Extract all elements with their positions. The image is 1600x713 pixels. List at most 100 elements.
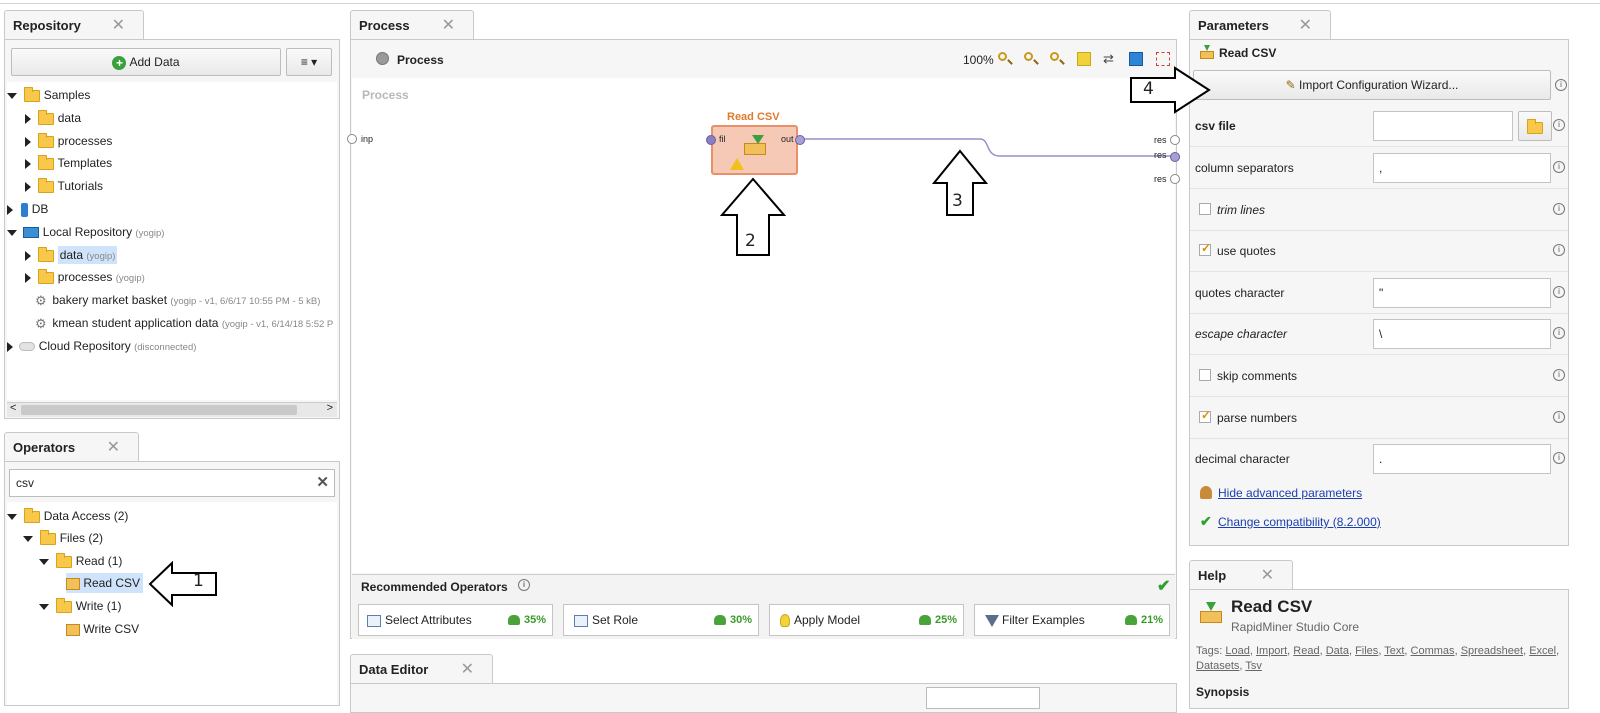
tree-item-kmean-student[interactable]: ⚙ kmean student application data (yogip … — [35, 313, 338, 333]
close-icon[interactable]: ✕ — [107, 433, 120, 463]
recommended-set-role[interactable]: Set Role 30% — [563, 604, 759, 636]
result-port[interactable] — [1170, 135, 1180, 145]
tab-repository[interactable]: Repository ✕ — [4, 10, 144, 40]
add-note-icon[interactable] — [1077, 52, 1091, 66]
change-compatibility-link[interactable]: Change compatibility (8.2.000) — [1218, 515, 1381, 529]
tab-help[interactable]: Help ✕ — [1189, 560, 1293, 590]
chevron-down-icon[interactable]: ✔ — [1157, 576, 1170, 596]
info-icon[interactable]: i — [1553, 369, 1565, 381]
expand-down-icon[interactable] — [7, 92, 17, 99]
tree-item-templates[interactable]: Templates — [25, 153, 112, 173]
recommended-apply-model[interactable]: Apply Model 25% — [769, 604, 964, 636]
help-tag-link[interactable]: Data — [1326, 645, 1349, 657]
info-icon[interactable]: i — [1553, 161, 1565, 173]
connection-line[interactable] — [800, 135, 1180, 165]
help-tag-link[interactable]: Read — [1293, 645, 1319, 657]
read-csv-operator[interactable]: fil out — [711, 125, 798, 175]
op-tree-read[interactable]: Read (1) — [39, 551, 122, 571]
tree-item-samples[interactable]: Samples — [7, 85, 90, 105]
help-tag-link[interactable]: Import — [1256, 645, 1287, 657]
scrollbar-thumb[interactable] — [21, 405, 297, 415]
zoom-reset-icon[interactable] — [998, 52, 1012, 66]
help-tag-link[interactable]: Load — [1225, 645, 1249, 657]
trim-lines-checkbox[interactable] — [1199, 203, 1211, 215]
escape-character-input[interactable]: \ — [1373, 319, 1551, 349]
zoom-in-icon[interactable] — [1024, 52, 1038, 66]
op-tree-read-csv[interactable]: Read CSV — [66, 573, 144, 593]
expand-down-icon[interactable] — [7, 513, 17, 520]
import-configuration-wizard-button[interactable]: ✎ Import Configuration Wizard... — [1193, 70, 1551, 100]
expand-right-icon[interactable] — [7, 341, 13, 352]
tree-item-local-repository[interactable]: Local Repository (yogip) — [7, 222, 164, 242]
tree-item-db[interactable]: DB — [7, 199, 48, 219]
help-tag-link[interactable]: Text — [1384, 645, 1404, 657]
info-icon[interactable]: i — [1553, 286, 1565, 298]
info-icon[interactable]: i — [1553, 452, 1565, 464]
info-icon[interactable]: i — [1553, 203, 1565, 215]
recommended-filter-examples[interactable]: Filter Examples 21% — [974, 604, 1170, 636]
expand-right-icon[interactable] — [25, 158, 31, 169]
tree-item-tutorials[interactable]: Tutorials — [25, 176, 103, 196]
zoom-out-icon[interactable] — [1050, 52, 1064, 66]
op-tree-write-csv[interactable]: Write CSV — [66, 619, 139, 639]
expand-right-icon[interactable] — [25, 250, 31, 261]
tree-item-processes[interactable]: processes — [25, 131, 112, 151]
expand-right-icon[interactable] — [7, 204, 13, 215]
close-icon[interactable]: ✕ — [442, 11, 455, 41]
result-port-connected[interactable] — [1170, 152, 1180, 162]
tree-item-local-processes[interactable]: processes (yogip) — [25, 267, 145, 287]
info-icon[interactable]: i — [1553, 119, 1565, 131]
process-input-port[interactable] — [347, 134, 357, 144]
info-icon[interactable]: i — [1553, 327, 1565, 339]
expand-down-icon[interactable] — [39, 603, 49, 610]
horizontal-scrollbar[interactable]: < > — [7, 402, 337, 417]
op-tree-data-access[interactable]: Data Access (2) — [7, 506, 128, 526]
expand-right-icon[interactable] — [25, 181, 31, 192]
scroll-right-icon[interactable]: > — [327, 402, 333, 414]
tree-item-local-data[interactable]: data (yogip) — [25, 245, 118, 265]
fit-selection-icon[interactable] — [1156, 52, 1170, 66]
help-tag-link[interactable]: Tsv — [1245, 660, 1262, 672]
expand-right-icon[interactable] — [25, 272, 31, 283]
operator-search-input[interactable]: csv ✕ — [9, 469, 335, 497]
hide-advanced-parameters-link[interactable]: Hide advanced parameters — [1218, 486, 1362, 500]
quotes-character-input[interactable]: " — [1373, 278, 1551, 308]
tab-process[interactable]: Process ✕ — [350, 10, 474, 40]
auto-wire-icon[interactable]: ⇄ — [1103, 52, 1117, 66]
op-tree-files[interactable]: Files (2) — [23, 528, 103, 548]
close-icon[interactable]: ✕ — [112, 11, 125, 41]
expand-down-icon[interactable] — [23, 535, 33, 542]
tree-item-cloud-repository[interactable]: Cloud Repository (disconnected) — [7, 336, 196, 356]
help-tag-link[interactable]: Spreadsheet — [1461, 645, 1523, 657]
help-tag-link[interactable]: Datasets — [1196, 660, 1239, 672]
tab-data-editor[interactable]: Data Editor ✕ — [350, 654, 493, 684]
column-separators-input[interactable]: , — [1373, 153, 1551, 183]
decimal-character-input[interactable]: . — [1373, 444, 1551, 474]
info-icon[interactable]: i — [1553, 244, 1565, 256]
expand-down-icon[interactable] — [7, 229, 17, 236]
tab-parameters[interactable]: Parameters ✕ — [1189, 10, 1331, 40]
parse-numbers-checkbox[interactable] — [1199, 408, 1211, 423]
help-tag-link[interactable]: Commas — [1411, 645, 1455, 657]
op-tree-write[interactable]: Write (1) — [39, 596, 121, 616]
operator-title[interactable]: Read CSV — [727, 111, 780, 123]
scroll-left-icon[interactable]: < — [10, 402, 16, 414]
process-breadcrumb[interactable]: Process — [397, 53, 444, 67]
expand-right-icon[interactable] — [25, 136, 31, 147]
arrange-operators-icon[interactable] — [1129, 52, 1143, 66]
close-icon[interactable]: ✕ — [1261, 561, 1274, 591]
csv-file-input[interactable] — [1373, 111, 1513, 141]
info-icon[interactable]: i — [1555, 79, 1567, 91]
clear-search-icon[interactable]: ✕ — [316, 473, 329, 491]
close-icon[interactable]: ✕ — [1299, 11, 1312, 41]
tree-item-data[interactable]: data — [25, 108, 81, 128]
result-port[interactable] — [1170, 174, 1180, 184]
close-icon[interactable]: ✕ — [461, 655, 474, 685]
recommended-select-attributes[interactable]: Select Attributes 35% — [358, 604, 553, 636]
operator-output-port[interactable] — [795, 135, 805, 145]
help-tag-link[interactable]: Excel — [1529, 645, 1556, 657]
info-icon[interactable]: i — [1553, 411, 1565, 423]
expand-right-icon[interactable] — [25, 113, 31, 124]
skip-comments-checkbox[interactable] — [1199, 369, 1211, 381]
operator-input-port[interactable] — [706, 135, 716, 145]
